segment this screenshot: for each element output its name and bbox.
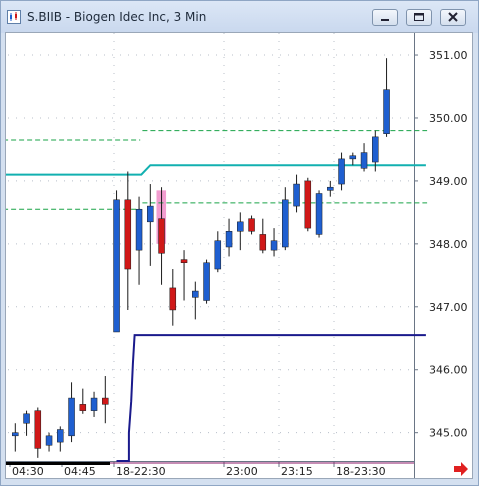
chart-area[interactable]: 351.00 350.00 349.00 348.00 347.00 346.00 345.… [5,32,473,479]
navy-indicator-line [116,334,426,462]
candle-body [57,429,64,443]
chart-app-icon [7,10,21,24]
candle-body [147,205,154,223]
candle-body [338,158,345,185]
minimize-icon [381,19,389,21]
candle-body [360,152,368,169]
candle-body [180,259,188,263]
candlestick-chart[interactable]: 351.00 350.00 349.00 348.00 347.00 346.00 345.… [6,33,472,478]
candle-body [34,410,42,449]
y-tick-label: 351.00 [429,49,468,62]
y-tick-label: 350.00 [429,112,468,125]
candle-body [304,180,312,229]
x-tick-label: 04:45 [64,465,96,478]
close-button[interactable] [440,9,466,26]
candle-body [372,136,379,163]
candle-body [383,89,390,134]
chart-window: S.BIIB - Biogen Idec Inc, 3 Min 351.00 35… [0,0,479,486]
title-bar[interactable]: S.BIIB - Biogen Idec Inc, 3 Min [1,1,478,33]
candle-body [79,404,87,411]
candle-body [203,262,210,301]
candle-body [135,208,143,251]
candle-body [293,183,300,207]
candle-body [124,199,132,270]
candle-body [68,397,75,437]
y-tick-label: 349.00 [429,175,468,188]
x-tick-label: 23:00 [226,465,258,478]
candle-body [12,432,19,437]
candle-body [214,240,222,270]
candle-body [270,240,278,251]
minimize-button[interactable] [372,9,398,26]
candle-body [90,397,98,411]
restore-button[interactable] [406,9,432,26]
candle-body [237,221,244,232]
restore-icon [414,13,424,21]
candle-body [282,199,289,248]
candle-body [45,435,53,446]
y-tick-label: 345.00 [429,427,468,440]
y-tick-label: 347.00 [429,301,468,314]
candle-body [113,199,120,333]
candle-body [349,155,357,160]
x-tick-label: 18-22:30 [116,465,166,478]
candle-body [158,218,165,254]
candle-body [315,193,323,235]
x-tick-label: 18-23:30 [336,465,386,478]
x-tick-label: 04:30 [12,465,44,478]
candle-body [248,218,255,232]
candle-body [327,186,334,191]
x-tick-label: 23:15 [281,465,313,478]
candle-body [192,290,199,298]
scroll-right-arrow-icon[interactable] [453,462,469,476]
candle-body [225,231,233,248]
y-tick-label: 346.00 [429,364,468,377]
close-icon [448,12,458,22]
session-bar-dark [6,462,110,465]
y-tick-label: 348.00 [429,238,468,251]
candle-body [259,234,267,251]
candle-body [169,287,177,311]
window-title: S.BIIB - Biogen Idec Inc, 3 Min [27,10,207,24]
candle-body [23,413,30,424]
candle-body [102,397,109,405]
